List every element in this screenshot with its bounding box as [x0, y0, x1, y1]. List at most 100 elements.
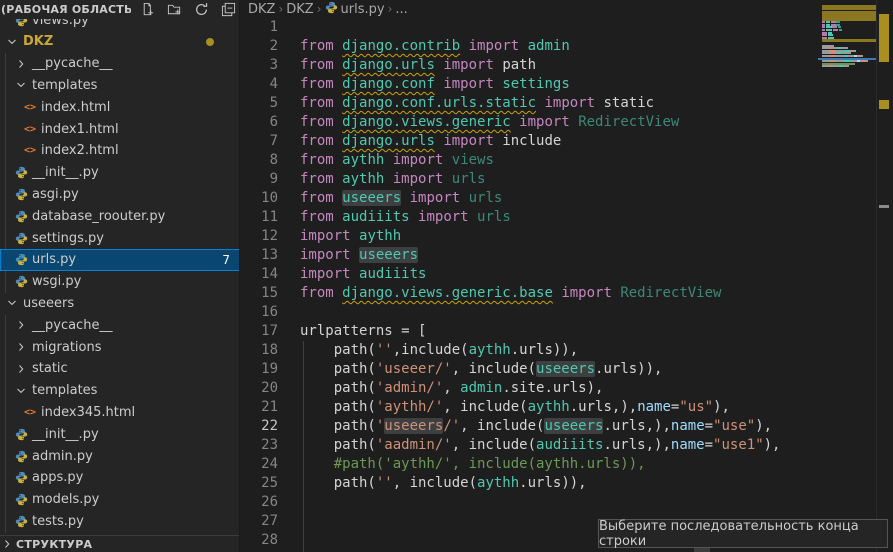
sidebar-item-templates[interactable]: templates [0, 380, 240, 402]
code-line[interactable]: 22 path('useeers/', include(useeers.urls… [241, 417, 818, 436]
ruler-mark [879, 205, 889, 208]
code-line[interactable]: 5from django.conf.urls.static import sta… [241, 94, 818, 113]
code-line[interactable]: 21 path('aythh/', include(aythh.urls,),n… [241, 398, 818, 417]
code-line[interactable]: 3from django.urls import path [241, 56, 818, 75]
sidebar-item-index-html[interactable]: <>index.html [0, 96, 240, 118]
line-number[interactable]: 17 [241, 322, 278, 341]
line-number[interactable]: 15 [241, 284, 278, 303]
code-line[interactable]: 9from aythh import urls [241, 170, 818, 189]
line-number[interactable]: 5 [241, 94, 278, 113]
code-line[interactable]: 2from django.contrib import admin [241, 37, 818, 56]
overview-ruler-scrollbar[interactable] [876, 0, 893, 552]
code-line[interactable]: 14 import audiiits [241, 265, 818, 284]
line-number[interactable]: 9 [241, 170, 278, 189]
code-line[interactable]: 24 #path('aythh/', include(aythh.urls)), [241, 455, 818, 474]
python-file-icon [13, 253, 29, 266]
new-file-icon[interactable] [139, 2, 155, 18]
line-number[interactable]: 27 [241, 512, 278, 531]
line-number[interactable]: 20 [241, 379, 278, 398]
line-number[interactable]: 14 [241, 265, 278, 284]
sidebar-item-migrations[interactable]: migrations [0, 336, 240, 358]
line-number[interactable]: 18 [241, 341, 278, 360]
sidebar-item-settings-py[interactable]: settings.py [0, 227, 240, 249]
sidebar-item--init-py[interactable]: __init__.py [0, 423, 240, 445]
code-line[interactable]: 10from useeers import urls [241, 189, 818, 208]
code-line[interactable]: 13import useeers [241, 246, 818, 265]
new-folder-icon[interactable] [166, 2, 182, 18]
sidebar-item-templates[interactable]: templates [0, 74, 240, 96]
sidebar-item-static[interactable]: static [0, 358, 240, 380]
line-text: path('admin/', admin.site.urls), [300, 379, 603, 398]
sidebar-item-models-py[interactable]: models.py [0, 489, 240, 511]
sidebar-item-dkz[interactable]: DKZ [0, 31, 240, 53]
line-number[interactable]: 16 [241, 303, 278, 322]
code-line[interactable]: 1 [241, 18, 818, 37]
code-line[interactable]: 26 [241, 493, 818, 512]
code-line[interactable]: 17urlpatterns = [ [241, 322, 818, 341]
code-area[interactable]: 12from django.contrib import admin3from … [241, 0, 818, 552]
sidebar-item-index1-html[interactable]: <>index1.html [0, 118, 240, 140]
code-line[interactable]: 15from django.views.generic.base import … [241, 284, 818, 303]
refresh-icon[interactable] [193, 2, 209, 18]
python-file-icon [13, 188, 29, 201]
item-label: __init__.py [32, 165, 99, 180]
code-line[interactable]: 25 path('', include(aythh.urls)), [241, 474, 818, 493]
workspace-title: (РАБОЧАЯ ОБЛАСТЬ) ... [1, 3, 131, 16]
line-number[interactable]: 11 [241, 208, 278, 227]
sidebar-item-index345-html[interactable]: <>index345.html [0, 401, 240, 423]
code-line[interactable]: 23 path('aadmin/', include(audiiits.urls… [241, 436, 818, 455]
line-number[interactable]: 1 [241, 18, 278, 37]
item-label: index345.html [41, 405, 135, 420]
line-number[interactable]: 3 [241, 56, 278, 75]
sidebar-item-asgi-py[interactable]: asgi.py [0, 183, 240, 205]
code-line[interactable]: 16 [241, 303, 818, 322]
sidebar-item-admin-py[interactable]: admin.py [0, 445, 240, 467]
sidebar-item-wsgi-py[interactable]: wsgi.py [0, 271, 240, 293]
line-number[interactable]: 21 [241, 398, 278, 417]
minimap-warning-mark [822, 39, 876, 41]
line-number[interactable]: 8 [241, 151, 278, 170]
sidebar-item-index2-html[interactable]: <>index2.html [0, 140, 240, 162]
sidebar-item-apps-py[interactable]: apps.py [0, 467, 240, 489]
sidebar-item--pycache-[interactable]: __pycache__ [0, 314, 240, 336]
problems-badge: 7 [222, 253, 230, 267]
code-line[interactable]: 6from django.views.generic import Redire… [241, 113, 818, 132]
line-number[interactable]: 6 [241, 113, 278, 132]
minimap[interactable] [818, 0, 876, 552]
line-number[interactable]: 28 [241, 531, 278, 550]
line-number[interactable]: 19 [241, 360, 278, 379]
collapse-all-icon[interactable] [220, 2, 236, 18]
line-number[interactable]: 13 [241, 246, 278, 265]
line-number[interactable]: 4 [241, 75, 278, 94]
code-line[interactable]: 18 path('',include(aythh.urls)), [241, 341, 818, 360]
code-line[interactable]: 8from aythh import views [241, 151, 818, 170]
line-number[interactable]: 26 [241, 493, 278, 512]
sidebar-item-urls-py[interactable]: urls.py7 [0, 249, 240, 271]
item-label: database_roouter.py [32, 209, 165, 224]
explorer-section-header[interactable]: (РАБОЧАЯ ОБЛАСТЬ) ... [0, 0, 240, 19]
code-line[interactable]: 4from django.conf import settings [241, 75, 818, 94]
line-number[interactable]: 7 [241, 132, 278, 151]
code-line[interactable]: 7 from django.urls import include [241, 132, 818, 151]
line-number[interactable]: 24 [241, 455, 278, 474]
line-text: import audiiits [300, 265, 426, 284]
code-line[interactable]: 19 path('useeer/', include(useeers.urls)… [241, 360, 818, 379]
sidebar-item-useeers[interactable]: useeers [0, 292, 240, 314]
code-line[interactable]: 12import aythh [241, 227, 818, 246]
line-text: from django.urls import include [300, 132, 561, 151]
line-number[interactable]: 23 [241, 436, 278, 455]
line-number[interactable]: 2 [241, 37, 278, 56]
sidebar-item-database-roouter-py[interactable]: database_roouter.py [0, 205, 240, 227]
sidebar-item--init-py[interactable]: __init__.py [0, 162, 240, 184]
chevron-right-icon [13, 320, 29, 330]
line-number[interactable]: 10 [241, 189, 278, 208]
line-number[interactable]: 12 [241, 227, 278, 246]
sidebar-item--pycache-[interactable]: __pycache__ [0, 53, 240, 75]
sidebar-item-tests-py[interactable]: tests.py [0, 510, 240, 532]
code-line[interactable]: 20 path('admin/', admin.site.urls), [241, 379, 818, 398]
html-file-icon: <> [22, 145, 38, 156]
code-line[interactable]: 11from audiiits import urls [241, 208, 818, 227]
line-number[interactable]: 22 [241, 417, 278, 436]
outline-section-header[interactable]: СТРУКТУРА [0, 535, 240, 552]
line-number[interactable]: 25 [241, 474, 278, 493]
